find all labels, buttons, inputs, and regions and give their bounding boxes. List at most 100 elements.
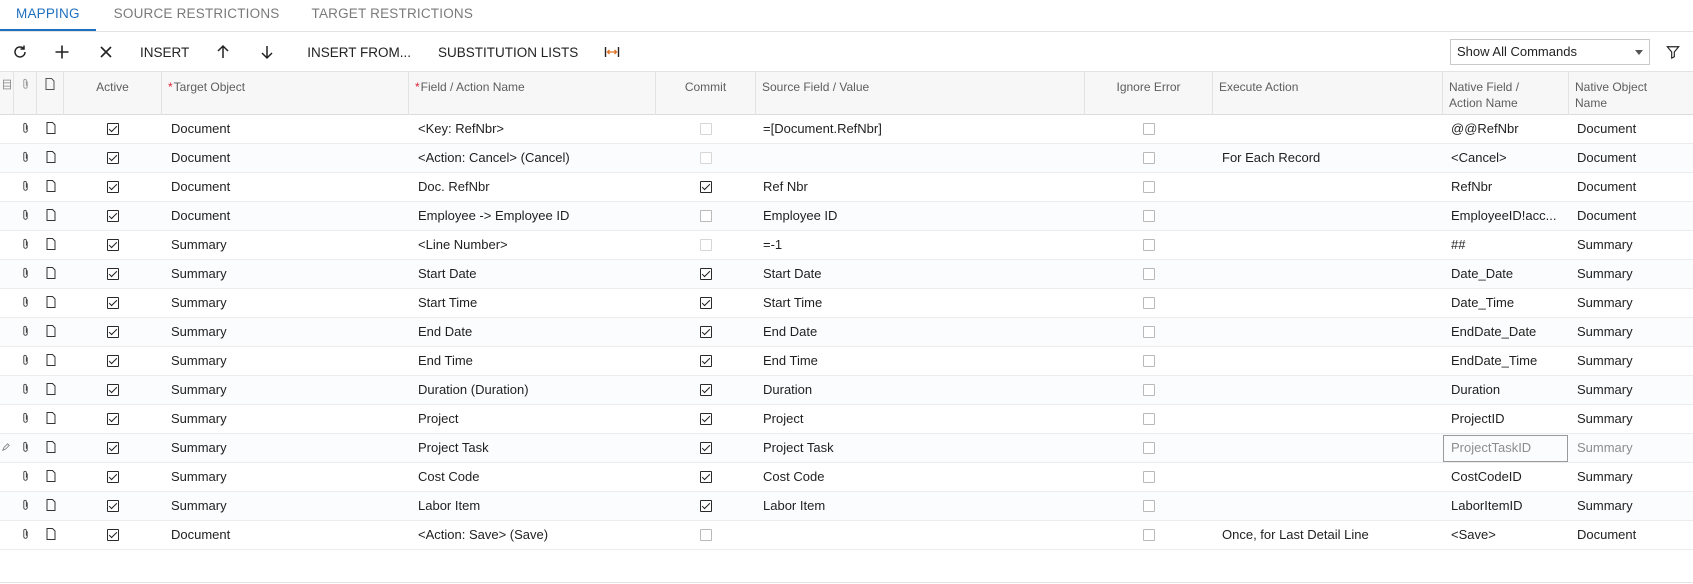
execute-action-cell[interactable] [1213, 405, 1443, 433]
active-checkbox[interactable] [107, 151, 119, 164]
source-field-value-cell[interactable]: Duration [756, 376, 1085, 404]
field-action-name-cell[interactable]: Doc. RefNbr [409, 173, 656, 201]
ignore-error-checkbox[interactable] [1143, 441, 1155, 454]
execute-action-cell[interactable] [1213, 376, 1443, 404]
native-field-cell[interactable]: Date_Date [1443, 260, 1569, 288]
commit-checkbox[interactable] [700, 180, 712, 193]
note-cell[interactable] [37, 492, 64, 520]
commit-checkbox[interactable] [700, 441, 712, 454]
source-field-value-cell[interactable]: Cost Code [756, 463, 1085, 491]
note-cell[interactable] [37, 318, 64, 346]
execute-action-cell[interactable] [1213, 202, 1443, 230]
execute-action-cell[interactable]: For Each Record [1213, 144, 1443, 172]
note-cell[interactable] [37, 405, 64, 433]
active-checkbox[interactable] [107, 325, 119, 338]
row-selector[interactable] [0, 173, 14, 201]
row-selector[interactable] [0, 405, 14, 433]
target-object-cell[interactable]: Document [162, 521, 409, 549]
table-row[interactable]: Summary Cost Code Cost Code CostCodeID Summa… [0, 463, 1693, 492]
commit-checkbox[interactable] [700, 412, 712, 425]
target-object-cell[interactable]: Summary [162, 405, 409, 433]
execute-action-cell[interactable] [1213, 434, 1443, 462]
insert-button[interactable]: INSERT [128, 37, 201, 67]
source-field-value-cell[interactable] [756, 144, 1085, 172]
tab-source-restrictions[interactable]: SOURCE RESTRICTIONS [98, 0, 296, 31]
field-action-name-cell[interactable]: Duration (Duration) [409, 376, 656, 404]
header-ignore-error[interactable]: Ignore Error [1085, 72, 1213, 115]
source-field-value-cell[interactable]: Project Task [756, 434, 1085, 462]
native-object-cell[interactable]: Document [1569, 144, 1693, 172]
note-cell[interactable] [37, 202, 64, 230]
ignore-error-checkbox[interactable] [1143, 470, 1155, 483]
execute-action-cell[interactable] [1213, 173, 1443, 201]
execute-action-cell[interactable] [1213, 463, 1443, 491]
row-selector[interactable] [0, 231, 14, 259]
row-selector[interactable] [0, 492, 14, 520]
row-selector[interactable] [0, 289, 14, 317]
target-object-cell[interactable]: Summary [162, 376, 409, 404]
row-selector[interactable] [0, 347, 14, 375]
note-cell[interactable] [37, 347, 64, 375]
native-object-cell[interactable]: Summary [1569, 492, 1693, 520]
source-field-value-cell[interactable]: Labor Item [756, 492, 1085, 520]
active-checkbox[interactable] [107, 528, 119, 541]
target-object-cell[interactable]: Summary [162, 318, 409, 346]
target-object-cell[interactable]: Summary [162, 492, 409, 520]
target-object-cell[interactable]: Document [162, 144, 409, 172]
note-cell[interactable] [37, 434, 64, 462]
commit-checkbox[interactable] [700, 122, 712, 135]
active-checkbox[interactable] [107, 267, 119, 280]
execute-action-cell[interactable] [1213, 289, 1443, 317]
tab-mapping[interactable]: MAPPING [0, 0, 96, 31]
commit-checkbox[interactable] [700, 325, 712, 338]
table-row[interactable]: Document <Action: Save> (Save) Once, for L… [0, 521, 1693, 550]
field-action-name-cell[interactable]: Project Task [409, 434, 656, 462]
ignore-error-checkbox[interactable] [1143, 383, 1155, 396]
table-row[interactable]: Document Doc. RefNbr Ref Nbr RefNbr Document [0, 173, 1693, 202]
active-checkbox[interactable] [107, 209, 119, 222]
target-object-cell[interactable]: Summary [162, 231, 409, 259]
attachment-cell[interactable] [14, 144, 37, 172]
row-selector[interactable] [0, 521, 14, 549]
header-native-object[interactable]: Native Object Name [1569, 72, 1693, 115]
native-field-cell[interactable]: <Save> [1443, 521, 1569, 549]
attachment-cell[interactable] [14, 260, 37, 288]
header-commit[interactable]: Commit [656, 72, 756, 115]
note-cell[interactable] [37, 463, 64, 491]
target-object-cell[interactable]: Document [162, 173, 409, 201]
ignore-error-checkbox[interactable] [1143, 238, 1155, 251]
attachment-cell[interactable] [14, 347, 37, 375]
commit-checkbox[interactable] [700, 151, 712, 164]
attachment-cell[interactable] [14, 173, 37, 201]
target-object-cell[interactable]: Summary [162, 260, 409, 288]
note-cell[interactable] [37, 144, 64, 172]
table-row[interactable]: Document <Action: Cancel> (Cancel) For Eac… [0, 144, 1693, 173]
native-field-cell[interactable]: ProjectTaskID [1443, 434, 1569, 462]
row-selector[interactable] [0, 144, 14, 172]
native-field-cell[interactable]: RefNbr [1443, 173, 1569, 201]
execute-action-cell[interactable] [1213, 231, 1443, 259]
table-row[interactable]: Summary Duration (Duration) Duration Durati… [0, 376, 1693, 405]
active-checkbox[interactable] [107, 412, 119, 425]
native-field-cell[interactable]: EndDate_Time [1443, 347, 1569, 375]
source-field-value-cell[interactable]: Project [756, 405, 1085, 433]
native-field-cell[interactable]: EndDate_Date [1443, 318, 1569, 346]
native-field-cell[interactable]: Duration [1443, 376, 1569, 404]
table-row[interactable]: Summary Project Task Project Task ProjectTa… [0, 434, 1693, 463]
attachment-cell[interactable] [14, 231, 37, 259]
note-cell[interactable] [37, 115, 64, 143]
ignore-error-checkbox[interactable] [1143, 528, 1155, 541]
execute-action-cell[interactable] [1213, 260, 1443, 288]
attachment-cell[interactable] [14, 115, 37, 143]
attachment-cell[interactable] [14, 492, 37, 520]
native-field-cell[interactable]: @@RefNbr [1443, 115, 1569, 143]
native-object-cell[interactable]: Document [1569, 202, 1693, 230]
row-selector-header[interactable] [0, 72, 14, 115]
active-checkbox[interactable] [107, 238, 119, 251]
field-action-name-cell[interactable]: Start Date [409, 260, 656, 288]
target-object-cell[interactable]: Document [162, 202, 409, 230]
header-source-field-value[interactable]: Source Field / Value [756, 72, 1085, 115]
commit-checkbox[interactable] [700, 528, 712, 541]
ignore-error-checkbox[interactable] [1143, 412, 1155, 425]
ignore-error-checkbox[interactable] [1143, 267, 1155, 280]
